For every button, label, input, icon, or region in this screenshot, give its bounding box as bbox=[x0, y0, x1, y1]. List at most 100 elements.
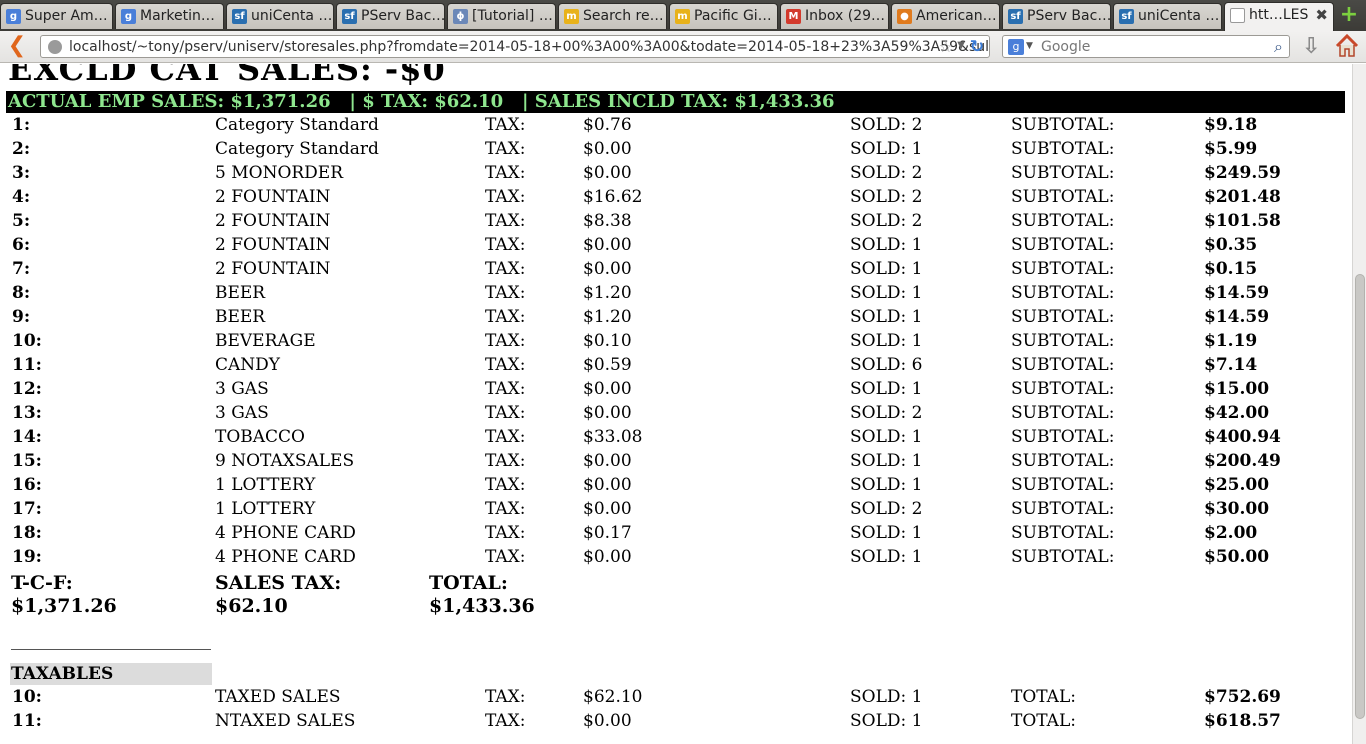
category-name: BEER bbox=[215, 307, 266, 327]
tax-value: $33.08 bbox=[583, 427, 643, 447]
subtotal-value: $101.58 bbox=[1204, 211, 1281, 231]
tax-value: $0.00 bbox=[583, 235, 632, 255]
table-row: 4: 2 FOUNTAIN TAX: $16.62 SOLD: 2 SUBTOTAL: $2… bbox=[0, 187, 1352, 211]
browser-tab[interactable]: g Super Am… bbox=[0, 3, 113, 29]
subtotal-value: $1.19 bbox=[1204, 331, 1258, 351]
sold-count: SOLD: 2 bbox=[850, 403, 923, 423]
category-name: BEVERAGE bbox=[215, 331, 316, 351]
tax-value: $0.00 bbox=[583, 499, 632, 519]
subtotal-label: SUBTOTAL: bbox=[1011, 211, 1115, 231]
subtotal-label: SUBTOTAL: bbox=[1011, 547, 1115, 567]
download-icon[interactable]: ⇩ bbox=[1302, 34, 1320, 59]
tax-value: $0.00 bbox=[583, 379, 632, 399]
total-value: $618.57 bbox=[1204, 711, 1281, 731]
browser-tab[interactable]: ϕ [Tutorial] … bbox=[447, 3, 556, 29]
reload-icon[interactable]: ↻ bbox=[970, 37, 984, 57]
subtotal-value: $14.59 bbox=[1204, 283, 1270, 303]
subtotal-value: $200.49 bbox=[1204, 451, 1281, 471]
subtotal-label: SUBTOTAL: bbox=[1011, 115, 1115, 135]
browser-tab[interactable]: g Marketin… bbox=[115, 3, 224, 29]
back-button[interactable]: ❮ bbox=[6, 35, 28, 57]
row-number: 8: bbox=[12, 283, 31, 303]
browser-tab[interactable]: sf uniCenta … bbox=[1113, 3, 1222, 29]
blank-page-icon bbox=[1230, 8, 1245, 23]
tax-value: $1.20 bbox=[583, 283, 632, 303]
tax-label: TAX: bbox=[485, 427, 526, 447]
row-number: 17: bbox=[12, 499, 42, 519]
tax-value: $0.00 bbox=[583, 139, 632, 159]
tax-label: TAX: bbox=[485, 211, 526, 231]
row-number: 10: bbox=[12, 331, 42, 351]
tax-label: TAX: bbox=[485, 379, 526, 399]
browser-tab[interactable]: sf uniCenta … bbox=[226, 3, 334, 29]
search-box[interactable]: g ▼ Google ⌕ bbox=[1002, 35, 1290, 58]
browser-tab[interactable]: sf PServ Bac… bbox=[336, 3, 445, 29]
home-icon[interactable] bbox=[1334, 33, 1360, 59]
row-number: 1: bbox=[12, 115, 31, 135]
search-result-icon: m bbox=[564, 9, 579, 24]
sold-count: SOLD: 2 bbox=[850, 211, 923, 231]
tax-value: $0.59 bbox=[583, 355, 632, 375]
total-label: TOTAL: bbox=[1011, 711, 1076, 731]
close-tab-icon[interactable]: ✖ bbox=[1315, 6, 1328, 24]
table-row: 18: 4 PHONE CARD TAX: $0.17 SOLD: 1 SUBTOTAL:… bbox=[0, 523, 1352, 547]
category-name: 4 PHONE CARD bbox=[215, 547, 356, 567]
browser-tab[interactable]: htt…LES ✖ bbox=[1224, 2, 1334, 31]
row-number: 16: bbox=[12, 475, 42, 495]
tax-value: $0.17 bbox=[583, 523, 632, 543]
table-row: 3: 5 MONORDER TAX: $0.00 SOLD: 2 SUBTOTAL: $24… bbox=[0, 163, 1352, 187]
table-row: 15: 9 NOTAXSALES TAX: $0.00 SOLD: 1 SUBTOTAL:… bbox=[0, 451, 1352, 475]
table-row: 14: TOBACCO TAX: $33.08 SOLD: 1 SUBTOTAL: $400… bbox=[0, 427, 1352, 451]
subtotal-value: $25.00 bbox=[1204, 475, 1270, 495]
url-dropdown-icon[interactable]: ▼ bbox=[957, 40, 965, 51]
table-row: 12: 3 GAS TAX: $0.00 SOLD: 1 SUBTOTAL: $15.00 bbox=[0, 379, 1352, 403]
browser-tab[interactable]: m Pacific Gi… bbox=[669, 3, 778, 29]
total-value: $1,433.36 bbox=[429, 595, 535, 617]
sold-count: SOLD: 1 bbox=[850, 711, 923, 731]
search-placeholder: Google bbox=[1041, 39, 1091, 55]
browser-tab[interactable]: sf PServ Bac… bbox=[1002, 3, 1111, 29]
row-number: 7: bbox=[12, 259, 31, 279]
subtotal-value: $50.00 bbox=[1204, 547, 1270, 567]
browser-tab[interactable]: M Inbox (29… bbox=[780, 3, 889, 29]
subtotal-label: SUBTOTAL: bbox=[1011, 307, 1115, 327]
tcf-value: $1,371.26 bbox=[11, 595, 117, 617]
row-number: 2: bbox=[12, 139, 31, 159]
category-name: 3 GAS bbox=[215, 379, 269, 399]
category-name: NTAXED SALES bbox=[215, 711, 356, 731]
subtotal-label: SUBTOTAL: bbox=[1011, 139, 1115, 159]
taxables-heading: TAXABLES bbox=[10, 663, 212, 685]
row-number: 5: bbox=[12, 211, 31, 231]
table-row: 9: BEER TAX: $1.20 SOLD: 1 SUBTOTAL: $14.59 bbox=[0, 307, 1352, 331]
bookmark-star-icon[interactable]: ☆ bbox=[939, 37, 953, 56]
vertical-scrollbar[interactable] bbox=[1352, 64, 1366, 744]
sourceforge-icon: sf bbox=[232, 9, 247, 24]
browser-tab[interactable]: ● American… bbox=[891, 3, 1000, 29]
google-icon: g bbox=[6, 9, 21, 24]
sold-count: SOLD: 1 bbox=[850, 139, 923, 159]
address-bar[interactable]: localhost/~tony/pserv/uniserv/storesales… bbox=[40, 35, 990, 58]
sourceforge-icon: sf bbox=[342, 9, 357, 24]
subtotal-label: SUBTOTAL: bbox=[1011, 403, 1115, 423]
category-name: 2 FOUNTAIN bbox=[215, 211, 331, 231]
google-icon[interactable]: g bbox=[1008, 39, 1024, 55]
search-icon[interactable]: ⌕ bbox=[1274, 37, 1283, 57]
tax-value: $0.00 bbox=[583, 475, 632, 495]
category-name: 9 NOTAXSALES bbox=[215, 451, 355, 471]
page-title: EXCLD CAT SALES: -$0 bbox=[8, 64, 446, 88]
subtotal-label: SUBTOTAL: bbox=[1011, 331, 1115, 351]
sold-count: SOLD: 1 bbox=[850, 307, 923, 327]
sold-count: SOLD: 1 bbox=[850, 547, 923, 567]
sold-count: SOLD: 2 bbox=[850, 115, 923, 135]
scrollbar-thumb[interactable] bbox=[1355, 274, 1365, 719]
tab-label: Marketin… bbox=[140, 8, 215, 24]
tax-value: $0.00 bbox=[583, 259, 632, 279]
row-number: 19: bbox=[12, 547, 42, 567]
category-name: TOBACCO bbox=[215, 427, 305, 447]
new-tab-icon[interactable]: + bbox=[1338, 4, 1360, 26]
search-engine-dropdown-icon[interactable]: ▼ bbox=[1026, 41, 1033, 51]
sold-count: SOLD: 2 bbox=[850, 499, 923, 519]
tax-label: TAX: bbox=[485, 187, 526, 207]
browser-tab[interactable]: m Search re… bbox=[558, 3, 667, 29]
table-row: 10: BEVERAGE TAX: $0.10 SOLD: 1 SUBTOTAL: $1.1… bbox=[0, 331, 1352, 355]
